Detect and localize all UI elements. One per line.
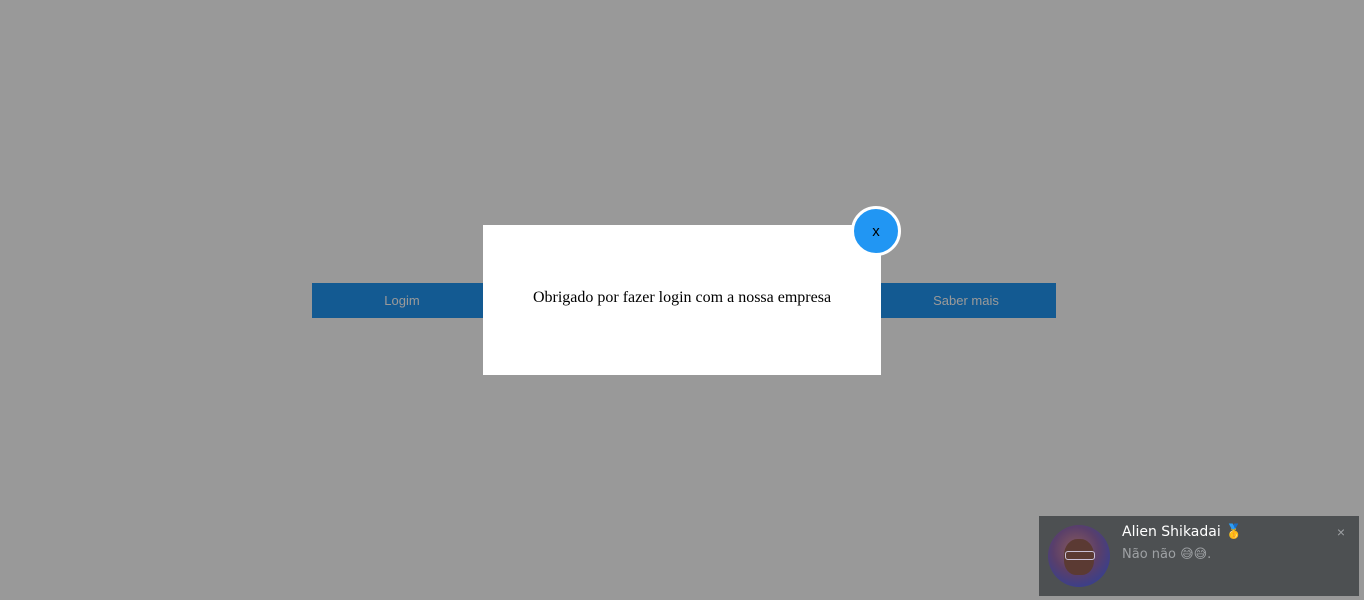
- thank-you-modal: Obrigado por fazer login com a nossa emp…: [483, 225, 881, 375]
- close-icon[interactable]: ×: [1333, 524, 1349, 540]
- chat-notification-toast[interactable]: Alien Shikadai 🥇 Não não 😅😅. ×: [1039, 516, 1359, 596]
- modal-message: Obrigado por fazer login com a nossa emp…: [532, 289, 832, 306]
- avatar-glasses: [1065, 551, 1095, 560]
- toast-sender-name: Alien Shikadai 🥇: [1122, 524, 1243, 540]
- modal-close-button[interactable]: x: [851, 206, 901, 256]
- toast-message: Não não 😅😅.: [1122, 547, 1212, 562]
- avatar: [1048, 525, 1110, 587]
